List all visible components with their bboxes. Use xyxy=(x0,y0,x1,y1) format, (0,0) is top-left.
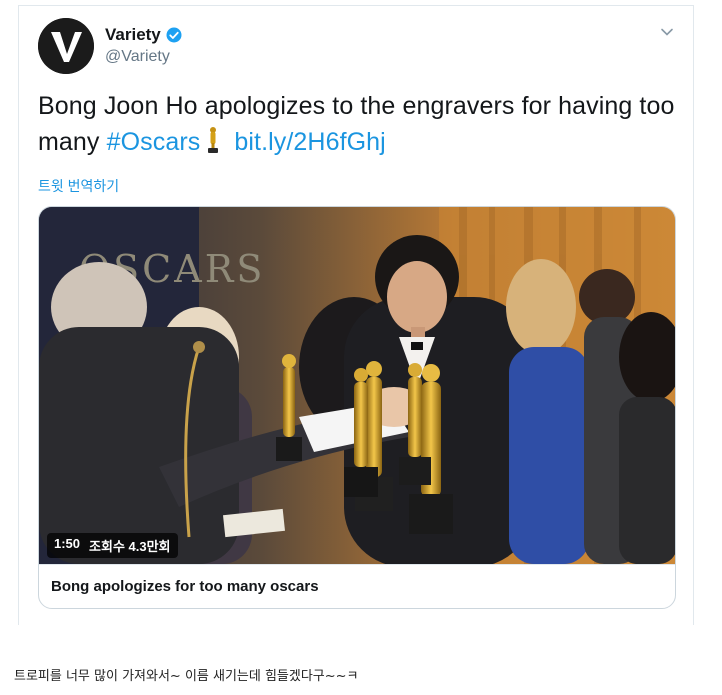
video-thumbnail: OSCARS xyxy=(39,207,675,564)
variety-logo-icon xyxy=(38,18,94,74)
user-name[interactable]: Variety xyxy=(105,25,183,45)
video-info-badge: 1:50 조회수 4.3만회 xyxy=(47,533,178,558)
user-handle[interactable]: @Variety xyxy=(105,48,170,66)
tweet-card: Variety @Variety Bong Joon Ho apologizes… xyxy=(18,5,694,625)
tweet-url-link[interactable]: bit.ly/2H6fGhj xyxy=(234,128,385,156)
video-duration: 1:50 xyxy=(54,536,81,551)
oscar-trophy-icon xyxy=(208,127,219,153)
video-views: 조회수 4.3만회 xyxy=(89,539,171,554)
video-card[interactable]: OSCARS 1:50 조회수 4.3만회 Bong apologizes fo… xyxy=(38,206,676,609)
tweet-text: Bong Joon Ho apologizes to the engravers… xyxy=(38,88,683,160)
chevron-down-icon[interactable] xyxy=(659,24,675,40)
post-caption: 트로피를 너무 많이 가져와서~ 이름 새기는데 힘들겠다구~~ㅋ xyxy=(14,669,359,684)
hashtag-link[interactable]: #Oscars xyxy=(107,128,201,156)
avatar[interactable] xyxy=(38,18,94,74)
video-title[interactable]: Bong apologizes for too many oscars xyxy=(39,564,675,608)
user-display-name: Variety xyxy=(105,25,161,44)
video-player[interactable]: OSCARS 1:50 조회수 4.3만회 xyxy=(39,207,675,564)
verified-badge-icon xyxy=(166,27,182,43)
translate-tweet-link[interactable]: 트윗 번역하기 xyxy=(38,176,119,196)
